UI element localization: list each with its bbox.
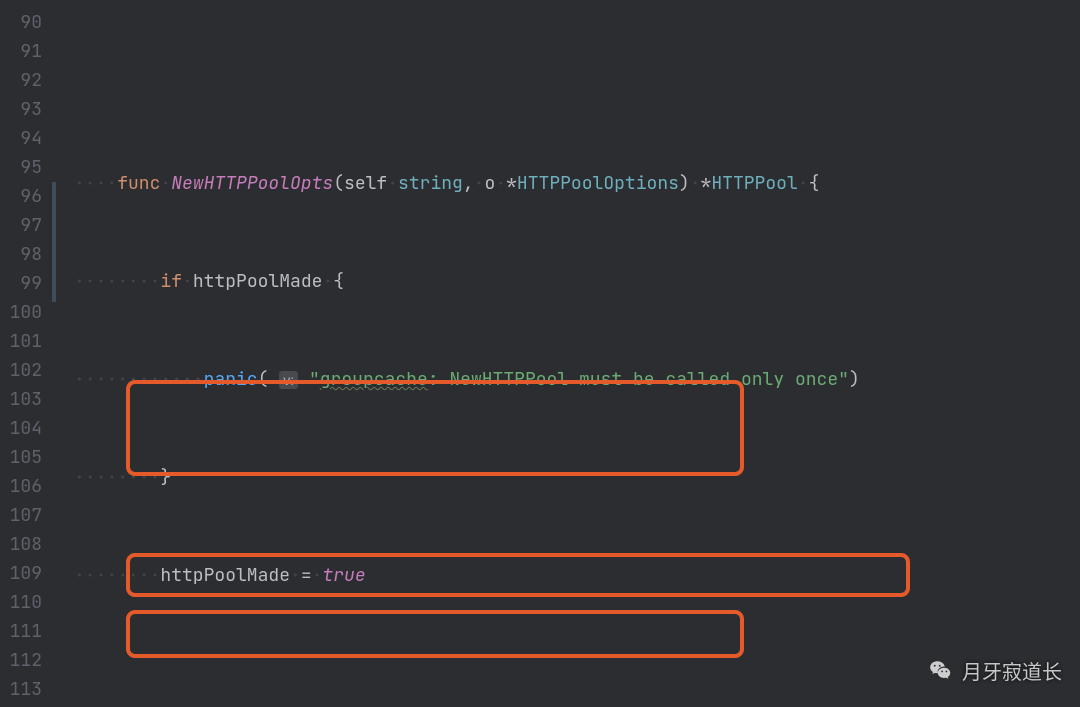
line-number: 112 (0, 646, 52, 675)
line-number: 113 (0, 675, 52, 704)
line-number: 108 (0, 530, 52, 559)
watermark-text: 月牙寂道长 (962, 656, 1062, 685)
code-line[interactable]: ········} (52, 463, 1080, 492)
line-number: 102 (0, 356, 52, 385)
line-number: 111 (0, 617, 52, 646)
line-number: 94 (0, 124, 52, 153)
line-number: 103 (0, 385, 52, 414)
line-number: 107 (0, 501, 52, 530)
line-number: 110 (0, 588, 52, 617)
line-number: 105 (0, 443, 52, 472)
wechat-icon (928, 658, 954, 684)
line-number: 90 (0, 8, 52, 37)
line-number: 95 (0, 153, 52, 182)
code-area[interactable]: ····func·NewHTTPPoolOpts(self·string,·o·… (52, 0, 1080, 707)
code-line[interactable]: ········httpPoolMade·=·true (52, 561, 1080, 590)
line-number: 99 (0, 269, 52, 298)
line-number: 97 (0, 211, 52, 240)
line-number: 93 (0, 95, 52, 124)
code-line[interactable]: ············panic( v: "groupcache: NewHT… (52, 365, 1080, 394)
line-number: 91 (0, 37, 52, 66)
line-number-gutter: 90 91 92 93 94 95 96 97 98 99 100 101 10… (0, 0, 52, 707)
line-number: 101 (0, 327, 52, 356)
code-line[interactable]: ····func·NewHTTPPoolOpts(self·string,·o·… (52, 169, 1080, 198)
line-number: 104 (0, 414, 52, 443)
line-number: 98 (0, 240, 52, 269)
code-line[interactable]: ········if·httpPoolMade·{ (52, 267, 1080, 296)
highlight-box (126, 380, 744, 476)
code-line[interactable] (52, 659, 1080, 688)
line-number: 100 (0, 298, 52, 327)
highlight-box (126, 610, 744, 658)
line-number: 96 (0, 182, 52, 211)
line-number: 109 (0, 559, 52, 588)
code-editor[interactable]: 90 91 92 93 94 95 96 97 98 99 100 101 10… (0, 0, 1080, 707)
watermark: 月牙寂道长 (928, 656, 1062, 685)
param-hint: v: (279, 371, 298, 389)
line-number: 106 (0, 472, 52, 501)
line-number: 92 (0, 66, 52, 95)
